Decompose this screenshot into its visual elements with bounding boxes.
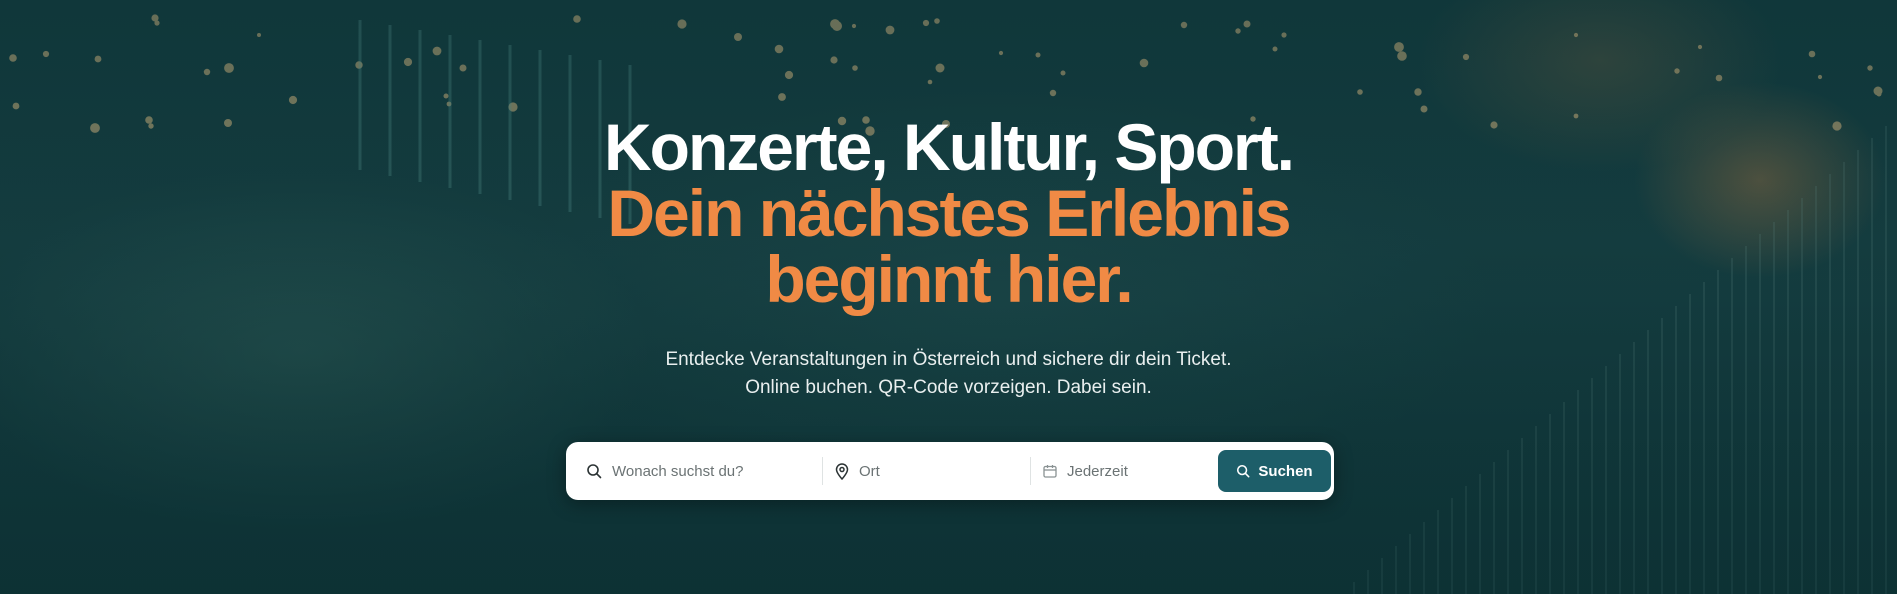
hero-subtitle: Entdecke Veranstaltungen in Österreich u… [0, 346, 1897, 402]
hero-section: Konzerte, Kultur, Sport. Dein nächstes E… [0, 0, 1897, 594]
search-date-field[interactable]: Jederzeit [1031, 442, 1216, 500]
map-pin-icon [835, 462, 849, 480]
hero-title-line-3: beginnt hier. [765, 242, 1133, 316]
hero-title-line-2: Dein nächstes Erlebnis [607, 176, 1291, 250]
search-icon [1236, 464, 1250, 478]
search-query-placeholder: Wonach suchst du? [612, 462, 744, 480]
calendar-icon [1043, 464, 1057, 478]
search-query-field[interactable]: Wonach suchst du? [566, 442, 822, 500]
hero-title: Konzerte, Kultur, Sport. Dein nächstes E… [0, 114, 1897, 312]
search-location-placeholder: Ort [859, 462, 880, 480]
search-location-field[interactable]: Ort [823, 442, 1030, 500]
search-icon [586, 463, 602, 479]
hero-subtitle-line-2: Online buchen. QR-Code vorzeigen. Dabei … [745, 377, 1152, 398]
hero-title-line-1: Konzerte, Kultur, Sport. [603, 110, 1295, 184]
search-button-label: Suchen [1258, 462, 1313, 480]
hero-subtitle-line-1: Entdecke Veranstaltungen in Österreich u… [665, 349, 1232, 370]
search-date-placeholder: Jederzeit [1067, 462, 1128, 480]
search-bar: Wonach suchst du? Ort Jederzeit Suchen [566, 442, 1334, 500]
search-button[interactable]: Suchen [1218, 450, 1331, 492]
hero-content: Konzerte, Kultur, Sport. Dein nächstes E… [0, 0, 1897, 594]
